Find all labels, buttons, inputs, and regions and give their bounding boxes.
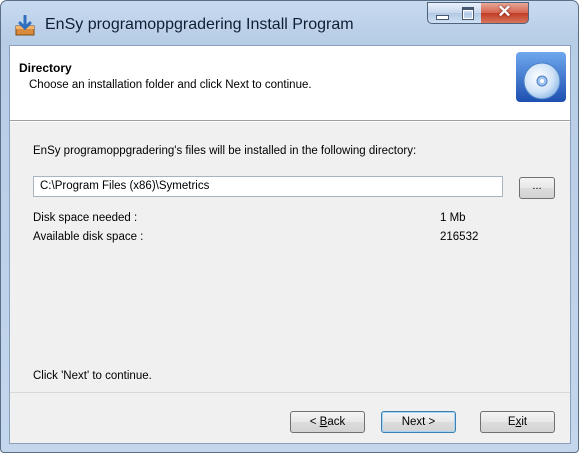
disk-needed-value: 1 Mb xyxy=(440,212,466,224)
installer-app-icon xyxy=(15,15,35,36)
cd-disc-icon xyxy=(516,52,566,102)
disk-needed-label: Disk space needed : xyxy=(33,212,138,224)
exit-button[interactable]: Exit xyxy=(480,411,555,433)
available-space-label: Available disk space : xyxy=(33,231,144,243)
minimize-icon xyxy=(436,15,449,20)
exit-button-rest: it xyxy=(521,416,528,428)
title-bar[interactable]: EnSy programoppgradering Install Program… xyxy=(1,1,578,45)
maximize-icon xyxy=(462,7,474,20)
minimize-button[interactable] xyxy=(427,2,456,24)
page-title: Directory xyxy=(19,61,72,75)
maximize-button[interactable] xyxy=(455,2,482,24)
next-button[interactable]: Next > xyxy=(381,411,456,433)
window-title: EnSy programoppgradering Install Program xyxy=(45,16,354,33)
page-header: Directory Choose an installation folder … xyxy=(10,46,570,121)
install-intro-text: EnSy programoppgradering's files will be… xyxy=(33,145,417,157)
footer-divider xyxy=(10,392,570,393)
back-button[interactable]: < Back xyxy=(290,411,365,433)
available-space-value: 216532 xyxy=(440,231,479,243)
close-icon: ✕ xyxy=(497,2,512,21)
installer-window: EnSy programoppgradering Install Program… xyxy=(0,0,579,453)
client-area: Directory Choose an installation folder … xyxy=(9,45,571,444)
page-subtitle: Choose an installation folder and click … xyxy=(29,79,312,91)
browse-button[interactable]: ... xyxy=(519,177,555,199)
footer-hint: Click 'Next' to continue. xyxy=(33,370,152,382)
close-button[interactable]: ✕ xyxy=(481,2,529,24)
exit-button-prefix: E xyxy=(507,416,516,428)
back-button-prefix: < xyxy=(309,416,320,428)
back-button-rest: ack xyxy=(327,416,346,428)
header-divider xyxy=(10,121,570,122)
install-path-input[interactable]: C:\Program Files (x86)\Symetrics xyxy=(33,176,503,197)
